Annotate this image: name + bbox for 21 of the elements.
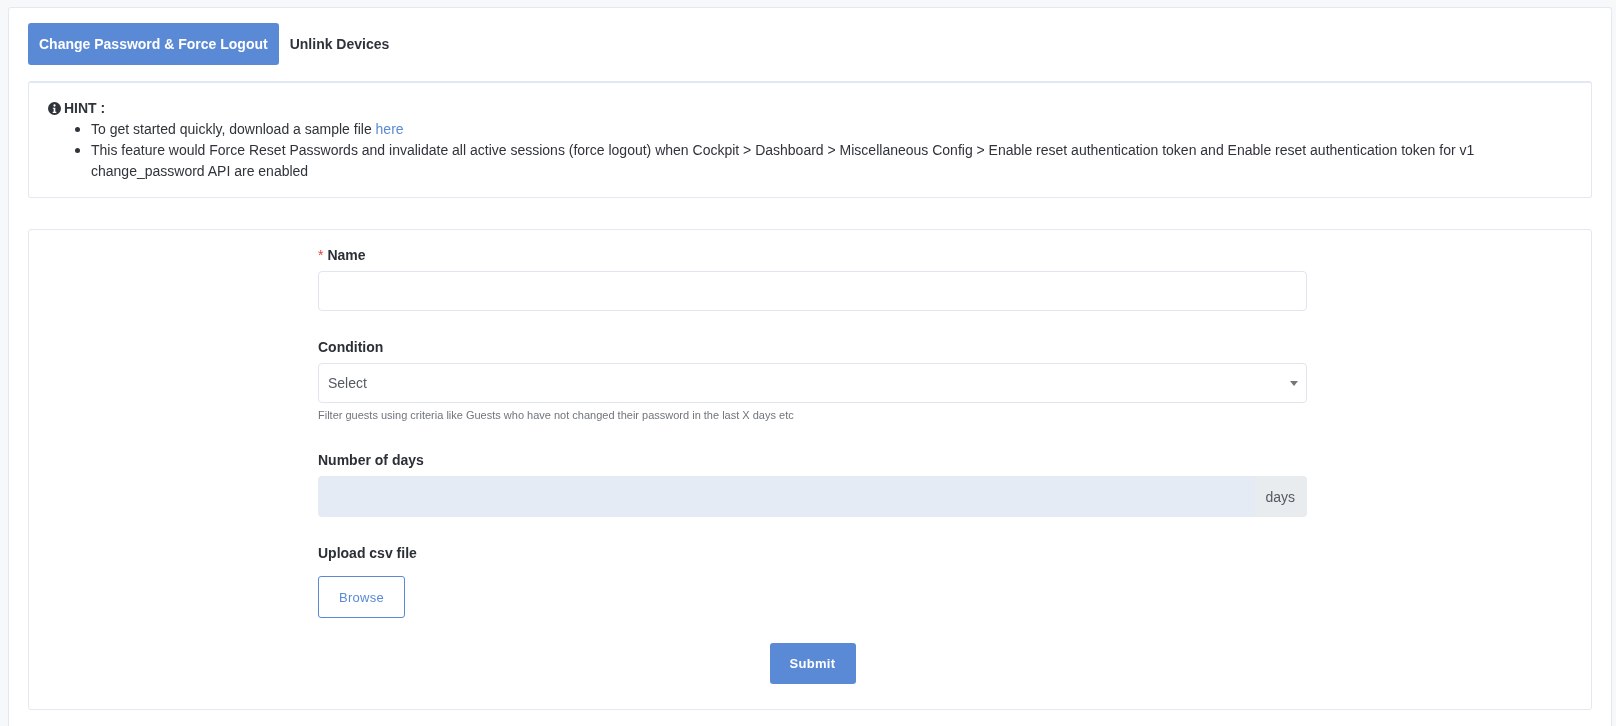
- condition-select[interactable]: Select: [318, 363, 1307, 403]
- sample-file-link[interactable]: here: [375, 121, 404, 137]
- hint-title: HINT :: [64, 99, 106, 118]
- field-label: Upload csv file: [318, 545, 417, 561]
- info-icon: [48, 102, 61, 115]
- hint-item: To get started quickly, download a sample file here: [91, 120, 405, 139]
- help-text: Filter guests using criteria like Guests who have not changed their password in the last X days etc: [318, 408, 795, 422]
- hint-item: This feature would Force Reset Passwords and invalidate all active sessions (force logout) when Cockpit > Dashboard > Miscellaneous Config > Enable reset authentication token and Enable reset authentication token for v1 change_password API are enabled: [91, 141, 1476, 181]
- field-label: Number of days: [318, 452, 424, 468]
- submit-button[interactable]: Submit: [769, 643, 856, 684]
- name-input[interactable]: [318, 271, 1307, 311]
- field-label: Condition: [318, 339, 384, 355]
- field-label: Name: [327, 247, 366, 263]
- unit-label: days: [1255, 476, 1307, 517]
- tab[interactable]: Unlink Devices: [278, 23, 401, 65]
- browse-button[interactable]: Browse: [318, 576, 405, 618]
- bullet-icon: [75, 148, 80, 153]
- bullet-icon: [75, 127, 80, 132]
- required-asterisk: *: [318, 247, 324, 263]
- caret-icon: [1290, 380, 1298, 386]
- tab[interactable]: Change Password & Force Logout: [28, 23, 279, 65]
